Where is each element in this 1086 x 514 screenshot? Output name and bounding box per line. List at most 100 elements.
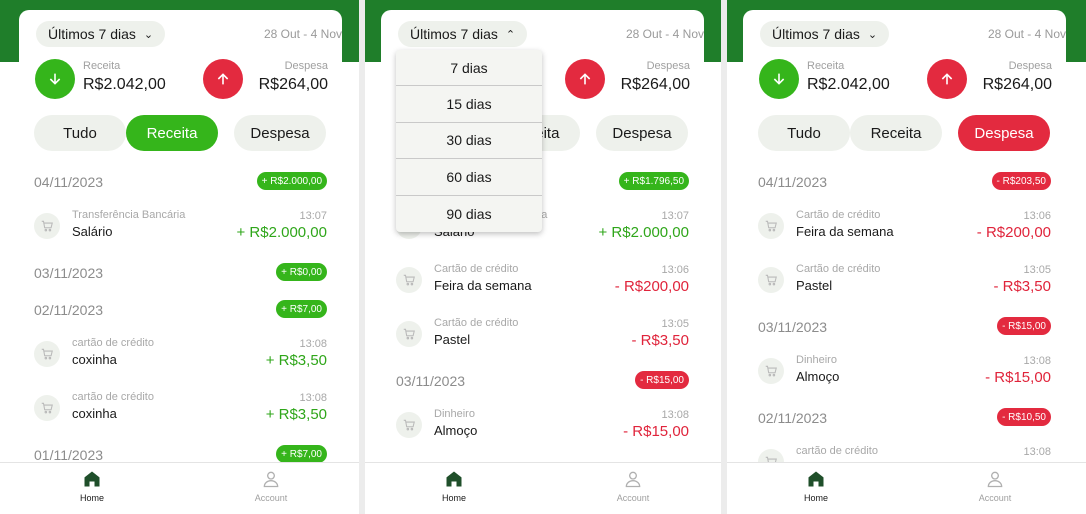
income-value: R$2.042,00 bbox=[83, 76, 166, 93]
summary-card: Últimos 7 dias ⌄ 28 Out - 4 Nov Receita R$2.… bbox=[743, 10, 1066, 462]
nav-home-label: Home bbox=[803, 493, 828, 503]
group-date: 02/11/2023 bbox=[758, 410, 828, 426]
date-group-header: 04/11/2023 - R$203,50 bbox=[743, 165, 1066, 202]
transaction-category: cartão de crédito bbox=[72, 391, 154, 403]
transaction-category: cartão de crédito bbox=[796, 445, 878, 457]
filter-despesa[interactable]: Despesa bbox=[234, 115, 326, 151]
nav-home[interactable]: Home bbox=[424, 469, 484, 503]
transaction-category: cartão de crédito bbox=[72, 337, 154, 349]
group-total-badge: - R$203,50 bbox=[991, 172, 1051, 190]
transaction-amount: - R$3,50 bbox=[993, 278, 1051, 295]
nav-account[interactable]: Account bbox=[241, 469, 301, 503]
date-group-header: 02/11/2023 - R$10,50 bbox=[743, 401, 1066, 438]
expense-value: R$264,00 bbox=[620, 76, 690, 93]
transaction-category: Dinheiro bbox=[434, 408, 475, 420]
dropdown-option[interactable]: 7 dias bbox=[396, 50, 542, 87]
group-date: 04/11/2023 bbox=[34, 174, 104, 190]
group-date: 02/11/2023 bbox=[34, 302, 104, 318]
transaction-time: 13:05 bbox=[661, 318, 689, 330]
nav-account[interactable]: Account bbox=[603, 469, 663, 503]
income-label: Receita bbox=[807, 60, 845, 72]
arrow-down-icon bbox=[759, 59, 799, 99]
transaction-row[interactable]: Cartão de crédito Feira da semana 13:06 - R… bbox=[743, 202, 1066, 256]
filter-tudo[interactable]: Tudo bbox=[34, 115, 126, 151]
nav-account[interactable]: Account bbox=[965, 469, 1025, 503]
chevron-down-icon: ⌄ bbox=[143, 28, 154, 41]
transaction-row[interactable]: Cartão de crédito Pastel 13:05 - R$3,50 bbox=[381, 310, 704, 364]
transaction-row[interactable]: Transferência Bancária Salário 13:07 + R$2.… bbox=[19, 202, 342, 256]
cart-icon bbox=[396, 412, 422, 438]
date-range: 28 Out - 4 Nov bbox=[263, 27, 342, 41]
chevron-up-icon: ⌃ bbox=[505, 28, 516, 41]
transaction-time: 13:07 bbox=[299, 210, 327, 222]
period-selector[interactable]: Últimos 7 dias ⌄ bbox=[760, 21, 890, 47]
transaction-name: Feira da semana bbox=[434, 278, 532, 293]
transaction-row[interactable]: Dinheiro Almoço 13:08 - R$15,00 bbox=[381, 401, 704, 455]
date-group-header: 03/11/2023 - R$15,00 bbox=[743, 310, 1066, 347]
period-label: Últimos 7 dias bbox=[772, 26, 860, 42]
transaction-row[interactable]: cartão de crédito coxinha 13:08 + R$3,50 bbox=[19, 330, 342, 384]
screen-divider bbox=[359, 0, 365, 514]
phone-screen: Últimos 7 dias ⌄ 28 Out - 4 Nov Receita R$2.… bbox=[0, 0, 362, 514]
expense-label: Despesa bbox=[646, 60, 690, 72]
dropdown-option[interactable]: 90 dias bbox=[396, 196, 542, 232]
transaction-row[interactable]: cartão de crédito 13:08 bbox=[743, 438, 1066, 462]
transaction-amount: - R$15,00 bbox=[623, 423, 689, 440]
transaction-name: Almoço bbox=[434, 423, 478, 438]
group-total-badge: + R$7,00 bbox=[276, 300, 327, 318]
nav-account-label: Account bbox=[978, 493, 1012, 503]
dropdown-option[interactable]: 60 dias bbox=[396, 159, 542, 196]
transaction-time: 13:08 bbox=[1023, 355, 1051, 367]
cart-icon bbox=[758, 449, 784, 462]
transaction-name: coxinha bbox=[72, 352, 117, 367]
dropdown-option[interactable]: 30 dias bbox=[396, 123, 542, 160]
filter-tudo[interactable]: Tudo bbox=[758, 115, 850, 151]
date-group-header: 04/11/2023 + R$2.000,00 bbox=[19, 165, 342, 202]
user-icon bbox=[623, 471, 643, 491]
period-selector[interactable]: Últimos 7 dias ⌄ bbox=[36, 21, 166, 47]
user-icon bbox=[985, 471, 1005, 491]
group-total-badge: + R$0,00 bbox=[276, 263, 327, 281]
period-dropdown-menu[interactable]: 7 dias 15 dias 30 dias 60 dias 90 dias bbox=[396, 50, 542, 232]
filter-receita[interactable]: Receita bbox=[850, 115, 942, 151]
transaction-category: Cartão de crédito bbox=[434, 263, 519, 275]
group-total-badge: - R$15,00 bbox=[635, 371, 689, 389]
transaction-name: Pastel bbox=[796, 278, 833, 293]
summary-card: Últimos 7 dias ⌄ 28 Out - 4 Nov Receita R$2.… bbox=[19, 10, 342, 462]
transaction-row[interactable]: Cartão de crédito Feira da semana 13:06 - R… bbox=[381, 256, 704, 310]
transaction-time: 13:08 bbox=[299, 392, 327, 404]
nav-home[interactable]: Home bbox=[62, 469, 122, 503]
transaction-row[interactable]: Dinheiro Almoço 13:08 - R$15,00 bbox=[743, 347, 1066, 401]
income-value: R$2.042,00 bbox=[807, 76, 890, 93]
arrow-down-icon bbox=[35, 59, 75, 99]
cart-icon bbox=[396, 321, 422, 347]
transaction-list[interactable]: 04/11/2023 - R$203,50 Cartão de crédito Fei… bbox=[743, 165, 1066, 462]
transaction-amount: - R$200,00 bbox=[976, 224, 1051, 241]
cart-icon bbox=[34, 213, 60, 239]
filter-despesa[interactable]: Despesa bbox=[958, 115, 1050, 151]
transaction-row[interactable]: Cartão de crédito Pastel 13:05 - R$3,50 bbox=[743, 256, 1066, 310]
period-label: Últimos 7 dias bbox=[410, 26, 498, 42]
home-icon bbox=[444, 471, 464, 491]
home-icon bbox=[806, 471, 826, 491]
group-total-badge: - R$15,00 bbox=[997, 317, 1051, 335]
transaction-category: Transferência Bancária bbox=[72, 209, 186, 221]
transaction-category: Cartão de crédito bbox=[796, 263, 881, 275]
transaction-row[interactable]: cartão de crédito coxinha 13:08 + R$3,50 bbox=[19, 384, 342, 438]
group-date: 03/11/2023 bbox=[396, 373, 466, 389]
date-range: 28 Out - 4 Nov bbox=[625, 27, 704, 41]
nav-home[interactable]: Home bbox=[786, 469, 846, 503]
period-label: Últimos 7 dias bbox=[48, 26, 136, 42]
nav-home-label: Home bbox=[441, 493, 466, 503]
period-selector[interactable]: Últimos 7 dias ⌃ bbox=[398, 21, 528, 47]
income-label: Receita bbox=[83, 60, 121, 72]
cart-icon bbox=[34, 395, 60, 421]
dropdown-option[interactable]: 15 dias bbox=[396, 86, 542, 123]
expense-label: Despesa bbox=[1008, 60, 1052, 72]
transaction-name: Pastel bbox=[434, 332, 471, 347]
filter-receita[interactable]: Receita bbox=[126, 115, 218, 151]
group-date: 01/11/2023 bbox=[34, 447, 104, 462]
transaction-name: Feira da semana bbox=[796, 224, 894, 239]
filter-despesa[interactable]: Despesa bbox=[596, 115, 688, 151]
transaction-list[interactable]: 04/11/2023 + R$2.000,00 Transferência Banc… bbox=[19, 165, 342, 462]
